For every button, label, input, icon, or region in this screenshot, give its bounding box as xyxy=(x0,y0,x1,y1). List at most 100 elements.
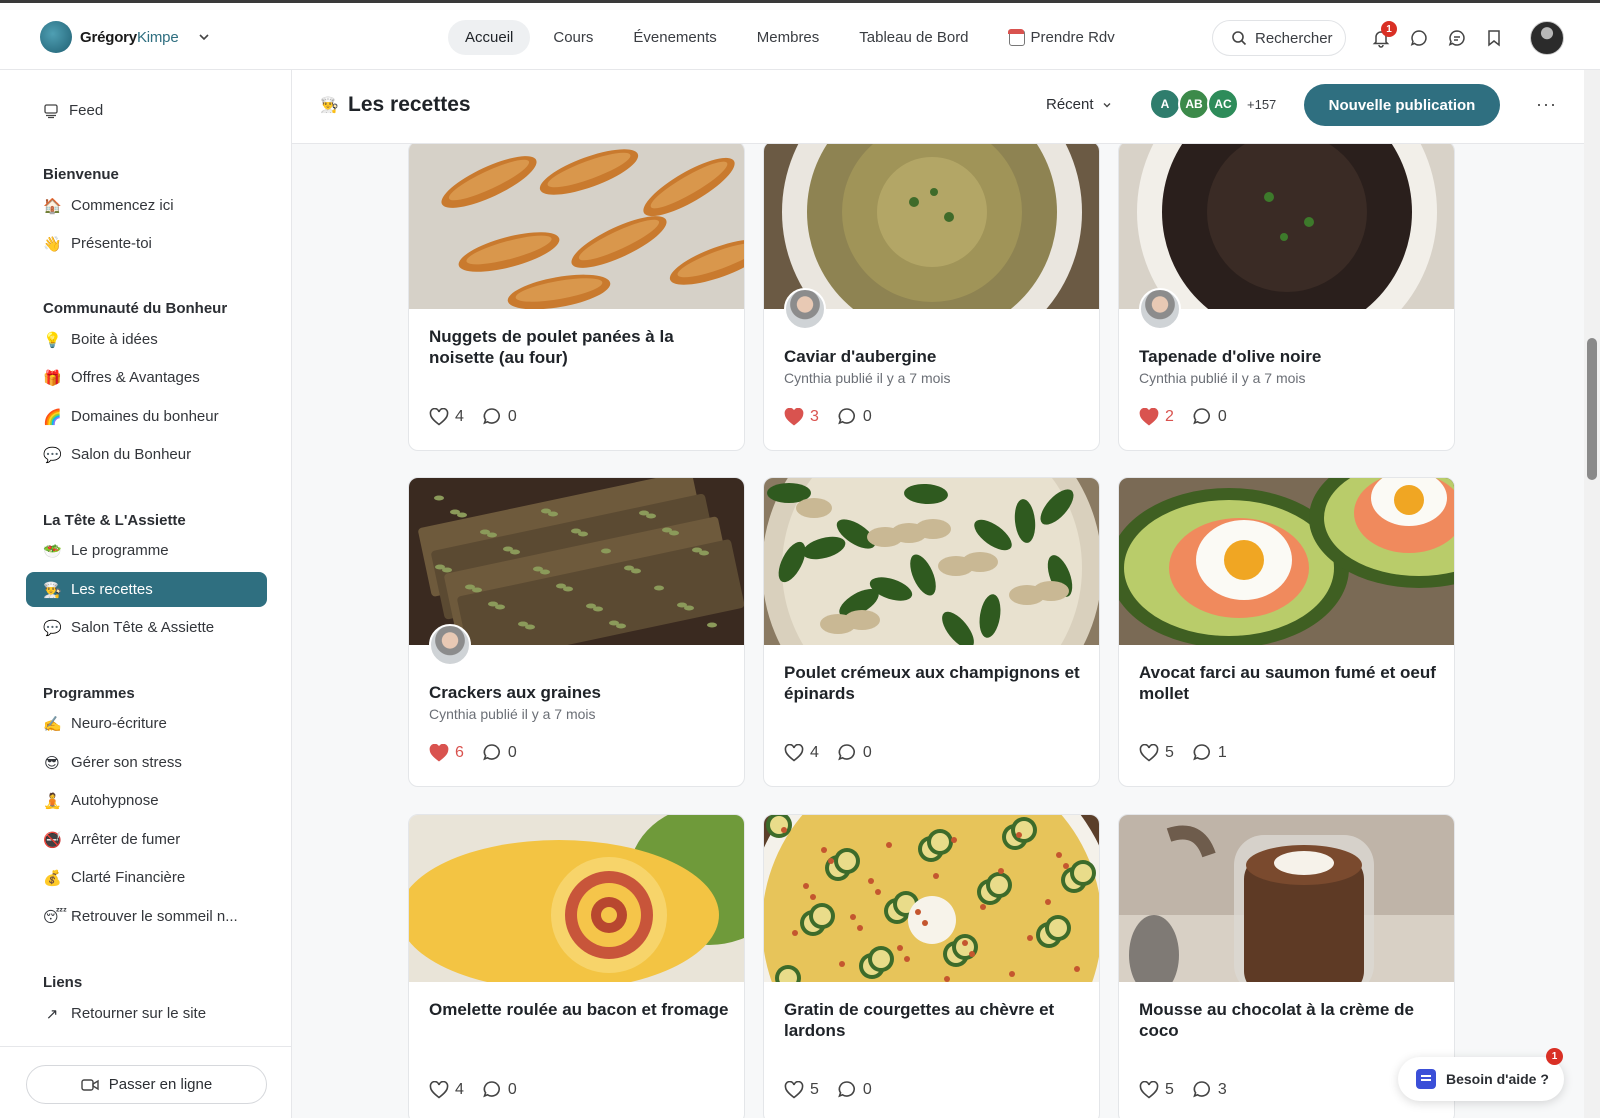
chevron-down-icon[interactable] xyxy=(197,30,211,44)
post-image[interactable] xyxy=(764,815,1099,982)
chevron-down-icon xyxy=(1103,102,1111,107)
post-meta: Cynthia publié il y a 7 mois xyxy=(1139,370,1306,386)
like-button[interactable]: 6 xyxy=(429,743,464,762)
comment-icon xyxy=(483,1081,500,1098)
sidebar-item-icon: 🚭 xyxy=(43,830,62,849)
comment-button[interactable]: 0 xyxy=(482,407,517,426)
nav-item-evenements[interactable]: Évenements xyxy=(616,20,733,55)
bookmark-icon[interactable] xyxy=(1484,28,1504,48)
sidebar-item-salon-tete-assiette[interactable]: 💬 Salon Tête & Assiette xyxy=(26,610,267,645)
post-image[interactable] xyxy=(1119,144,1454,309)
sidebar-heading-bienvenue: Bienvenue xyxy=(43,166,119,183)
nav-item-label: Accueil xyxy=(465,29,514,46)
nav-item-tableau-de-bord[interactable]: Tableau de Bord xyxy=(842,20,985,55)
post-card[interactable]: Omelette roulée au bacon et fromage 4 0 xyxy=(408,814,745,1118)
sidebar-item-clarte-financiere[interactable]: 💰 Clarté Financière xyxy=(26,860,267,895)
sidebar-item-neuro-ecriture[interactable]: ✍️ Neuro-écriture xyxy=(26,706,267,741)
post-card[interactable]: Avocat farci au saumon fumé et oeuf moll… xyxy=(1118,477,1455,787)
comment-button[interactable]: 0 xyxy=(837,407,872,426)
like-button[interactable]: 4 xyxy=(429,1080,464,1099)
sort-dropdown[interactable]: Récent xyxy=(1046,96,1112,113)
post-card[interactable]: Gratin de courgettes au chèvre et lardon… xyxy=(763,814,1100,1118)
post-title[interactable]: Avocat farci au saumon fumé et oeuf moll… xyxy=(1139,662,1439,704)
new-post-button[interactable]: Nouvelle publication xyxy=(1304,84,1500,126)
post-title[interactable]: Omelette roulée au bacon et fromage xyxy=(429,999,729,1020)
author-avatar[interactable] xyxy=(784,288,826,330)
comment-button[interactable]: 3 xyxy=(1192,1080,1227,1099)
comment-button[interactable]: 0 xyxy=(837,1080,872,1099)
more-options-icon[interactable]: ··· xyxy=(1536,94,1557,115)
post-card[interactable]: Tapenade d'olive noire Cynthia publié il … xyxy=(1118,144,1455,451)
post-stats: 50 xyxy=(784,1080,872,1099)
page-title-text: Les recettes xyxy=(348,93,471,116)
help-button[interactable]: Besoin d'aide ? xyxy=(1398,1057,1564,1101)
sidebar-item-feed[interactable]: Feed xyxy=(26,93,267,128)
sidebar-item-label: Les recettes xyxy=(71,581,153,598)
post-title[interactable]: Crackers aux graines xyxy=(429,682,729,703)
sidebar-item-arreter-de-fumer[interactable]: 🚭 Arrêter de fumer xyxy=(26,822,267,857)
post-image[interactable] xyxy=(764,144,1099,309)
nav-item-membres[interactable]: Membres xyxy=(740,20,837,55)
nav-item-label: Évenements xyxy=(633,29,717,46)
post-stats: 40 xyxy=(784,743,872,762)
go-live-button[interactable]: Passer en ligne xyxy=(26,1065,267,1104)
sidebar-item-label: Neuro-écriture xyxy=(71,715,167,732)
sidebar-item-presente-toi[interactable]: 👋 Présente-toi xyxy=(26,226,267,261)
scrollbar-thumb[interactable] xyxy=(1587,338,1597,480)
post-card[interactable]: Poulet crémeux aux champignons et épinar… xyxy=(763,477,1100,787)
sidebar-item-offres-avantages[interactable]: 🎁 Offres & Avantages xyxy=(26,360,267,395)
like-button[interactable]: 5 xyxy=(784,1080,819,1099)
sidebar-item-icon: 💬 xyxy=(43,445,62,464)
post-title[interactable]: Mousse au chocolat à la crème de coco xyxy=(1139,999,1439,1041)
brand-logo[interactable]: GrégoryKimpe xyxy=(40,21,179,53)
nav-item-cours[interactable]: Cours xyxy=(536,20,610,55)
post-image[interactable] xyxy=(764,478,1099,645)
comment-icon xyxy=(1193,744,1210,761)
sidebar-item-retourner-sur-le-site[interactable]: ↗ Retourner sur le site xyxy=(26,996,267,1031)
post-card[interactable]: Crackers aux graines Cynthia publié il y … xyxy=(408,477,745,787)
sidebar-item-icon: 🥗 xyxy=(43,541,62,560)
post-title[interactable]: Poulet crémeux aux champignons et épinar… xyxy=(784,662,1084,704)
sidebar-item-gerer-son-stress[interactable]: 😎 Gérer son stress xyxy=(26,745,267,780)
comment-button[interactable]: 1 xyxy=(1192,743,1227,762)
post-image[interactable] xyxy=(409,478,744,645)
comment-button[interactable]: 0 xyxy=(482,1080,517,1099)
sidebar-item-retrouver-le-sommeil-n[interactable]: 😴 Retrouver le sommeil n... xyxy=(26,899,267,934)
like-button[interactable]: 4 xyxy=(429,407,464,426)
post-image[interactable] xyxy=(1119,478,1454,645)
like-button[interactable]: 4 xyxy=(784,743,819,762)
author-avatar[interactable] xyxy=(1139,288,1181,330)
post-card[interactable]: Nuggets de poulet panées à la noisette (… xyxy=(408,144,745,451)
sidebar-item-le-programme[interactable]: 🥗 Le programme xyxy=(26,533,267,568)
post-image[interactable] xyxy=(409,144,744,309)
post-image[interactable] xyxy=(1119,815,1454,982)
post-title[interactable]: Tapenade d'olive noire xyxy=(1139,346,1439,367)
sidebar-item-salon-du-bonheur[interactable]: 💬 Salon du Bonheur xyxy=(26,437,267,472)
like-button[interactable]: 5 xyxy=(1139,1080,1174,1099)
search-button[interactable]: Rechercher xyxy=(1212,20,1346,56)
post-title[interactable]: Caviar d'aubergine xyxy=(784,346,1084,367)
author-avatar[interactable] xyxy=(429,624,471,666)
nav-item-prendre-rdv[interactable]: Prendre Rdv xyxy=(992,20,1132,55)
scrollbar[interactable] xyxy=(1584,70,1600,1118)
nav-item-accueil[interactable]: Accueil xyxy=(448,20,531,55)
messages-icon[interactable] xyxy=(1447,28,1467,48)
sidebar-item-autohypnose[interactable]: 🧘 Autohypnose xyxy=(26,783,267,818)
like-button[interactable]: 5 xyxy=(1139,743,1174,762)
user-avatar[interactable] xyxy=(1530,21,1564,55)
comment-button[interactable]: 0 xyxy=(837,743,872,762)
like-button[interactable]: 2 xyxy=(1139,407,1174,426)
sidebar-item-boite-a-idees[interactable]: 💡 Boite à idées xyxy=(26,322,267,357)
comment-button[interactable]: 0 xyxy=(1192,407,1227,426)
sidebar-item-les-recettes[interactable]: 👨‍🍳 Les recettes xyxy=(26,572,267,607)
post-title[interactable]: Gratin de courgettes au chèvre et lardon… xyxy=(784,999,1084,1041)
post-card[interactable]: Caviar d'aubergine Cynthia publié il y a … xyxy=(763,144,1100,451)
post-title[interactable]: Nuggets de poulet panées à la noisette (… xyxy=(429,326,729,368)
sidebar-item-commencez-ici[interactable]: 🏠 Commencez ici xyxy=(26,188,267,223)
sidebar-item-domaines-du-bonheur[interactable]: 🌈 Domaines du bonheur xyxy=(26,399,267,434)
comment-button[interactable]: 0 xyxy=(482,743,517,762)
post-image[interactable] xyxy=(409,815,744,982)
chat-bubble-icon[interactable] xyxy=(1409,28,1429,48)
like-button[interactable]: 3 xyxy=(784,407,819,426)
member-avatars[interactable]: A AB AC +157 xyxy=(1149,88,1276,120)
